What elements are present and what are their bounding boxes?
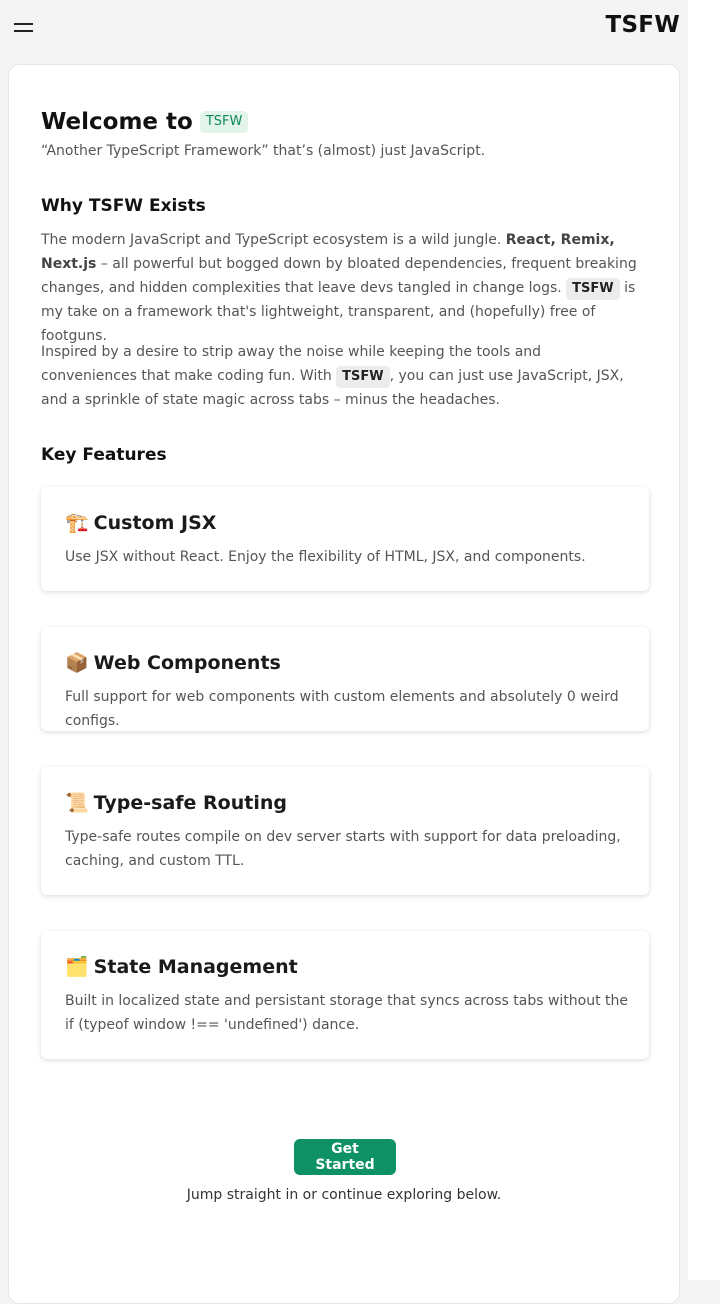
feature-title-text: Custom JSX	[93, 511, 217, 534]
main-card: Welcome to TSFW “Another TypeScript Fram…	[8, 64, 680, 1304]
feature-description: Type-safe routes compile on dev server s…	[65, 829, 621, 869]
feature-description: Use JSX without React. Enjoy the flexibi…	[65, 549, 586, 565]
feature-title: 📦 Web Components	[65, 651, 281, 675]
feature-card-state-management: 🗂️ State Management Built in localized s…	[41, 931, 649, 1059]
why-p1-text-a: The modern JavaScript and TypeScript eco…	[41, 232, 502, 248]
top-bar: TSFW	[0, 0, 688, 62]
crane-icon: 🏗️	[65, 512, 89, 534]
brand-badge: TSFW	[199, 111, 249, 133]
inline-code-tsfw: TSFW	[566, 278, 620, 300]
feature-description: Built in localized state and persistant …	[65, 993, 629, 1033]
hamburger-menu-icon[interactable]	[14, 21, 34, 35]
feature-title: 🗂️ State Management	[65, 955, 298, 979]
card-index-dividers-icon: 🗂️	[65, 956, 89, 978]
brand-logo[interactable]: TSFW	[605, 12, 680, 38]
inline-code-tsfw: TSFW	[336, 366, 390, 388]
feature-card-web-components: 📦 Web Components Full support for web co…	[41, 627, 649, 731]
why-paragraph-2: Inspired by a desire to strip away the n…	[41, 340, 641, 412]
feature-title-text: State Management	[93, 955, 298, 978]
feature-description: Full support for web components with cus…	[65, 689, 619, 729]
feature-title: 🏗️ Custom JSX	[65, 511, 217, 535]
tagline: “Another TypeScript Framework” that’s (a…	[41, 143, 486, 159]
why-paragraph-1: The modern JavaScript and TypeScript eco…	[41, 228, 641, 348]
why-heading: Why TSFW Exists	[41, 196, 206, 216]
get-started-button[interactable]: Get Started	[294, 1139, 396, 1175]
features-heading: Key Features	[41, 445, 167, 465]
feature-card-custom-jsx: 🏗️ Custom JSX Use JSX without React. Enj…	[41, 487, 649, 591]
welcome-text: Welcome to	[41, 109, 193, 135]
scrollbar[interactable]	[688, 0, 720, 1280]
feature-title-text: Web Components	[93, 651, 281, 674]
feature-title: 📜 Type-safe Routing	[65, 791, 287, 815]
cta-subtext: Jump straight in or continue exploring b…	[186, 1187, 502, 1203]
package-icon: 📦	[65, 652, 89, 674]
page-title: Welcome to TSFW	[41, 109, 249, 135]
scroll-icon: 📜	[65, 792, 89, 814]
feature-title-text: Type-safe Routing	[93, 791, 287, 814]
why-p1-text-b: – all powerful but bogged down by bloate…	[41, 256, 637, 296]
feature-card-type-safe-routing: 📜 Type-safe Routing Type-safe routes com…	[41, 767, 649, 895]
